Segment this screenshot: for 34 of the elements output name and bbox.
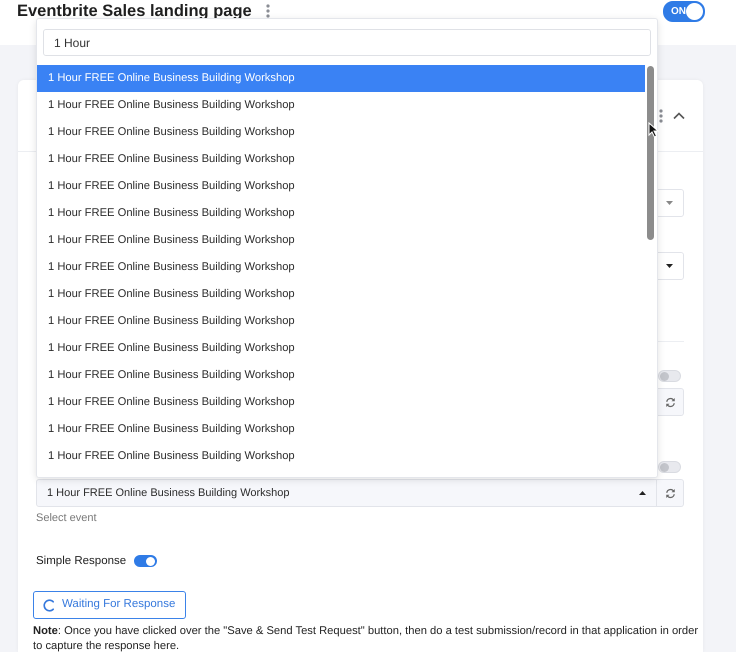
event-option[interactable]: 1 Hour FREE Online Business Building Workshop	[37, 362, 645, 389]
refresh-button[interactable]	[657, 388, 684, 416]
event-option[interactable]: 1 Hour FREE Online Business Building Workshop	[37, 389, 645, 416]
event-option[interactable]: 1 Hour FREE Online Business Building Workshop	[37, 416, 645, 443]
toggle-switch[interactable]: ON	[663, 1, 705, 22]
kebab-menu-icon[interactable]	[266, 4, 270, 18]
event-option[interactable]: 1 Hour FREE Online Business Building Workshop	[37, 443, 645, 470]
event-option[interactable]: 1 Hour FREE Online Business Building Workshop	[37, 146, 645, 173]
event-option[interactable]: 1 Hour FREE Online Business Building Workshop	[37, 335, 645, 362]
field-hint: Select event	[36, 511, 97, 525]
scrollbar-thumb[interactable]	[647, 66, 654, 240]
waiting-button[interactable]: Waiting For Response	[33, 591, 186, 619]
refresh-button[interactable]	[657, 479, 684, 507]
event-option[interactable]: 1 Hour FREE Online Business Building Workshop	[37, 200, 645, 227]
refresh-icon	[664, 488, 676, 498]
caret-down-icon	[666, 201, 673, 205]
event-option[interactable]: 1 Hour FREE Online Business Building Workshop	[37, 281, 645, 308]
kebab-menu-icon[interactable]	[659, 108, 663, 122]
event-option[interactable]: 1 Hour FREE Online Business Building Workshop	[37, 173, 645, 200]
event-select[interactable]: 1 Hour FREE Online Business Building Workshop	[36, 479, 657, 507]
toggle-label: Simple Response	[36, 554, 126, 569]
refresh-icon	[664, 396, 676, 408]
spinner-icon	[43, 598, 56, 612]
search-field[interactable]: 1 Hour	[43, 29, 651, 56]
note-text: Note: Once you have clicked over the "Save & Send Test Request" button, then do a test submission/record in that application in order to capture the response here.	[33, 624, 700, 652]
chevron-up-icon[interactable]	[673, 112, 685, 120]
event-option[interactable]: 1 Hour FREE Online Business Building Workshop	[37, 119, 645, 146]
event-option[interactable]: 1 Hour FREE Online Business Building Workshop	[37, 308, 645, 335]
event-option[interactable]: 1 Hour FREE Online Business Building Workshop	[37, 227, 645, 254]
toggle-switch[interactable]	[134, 555, 158, 567]
event-option[interactable]: 1 Hour FREE Online Business Building Workshop	[37, 254, 645, 281]
event-option[interactable]: 1 Hour FREE Online Business Building Workshop	[37, 65, 645, 92]
caret-down-icon	[666, 264, 673, 268]
event-option[interactable]: 1 Hour FREE Online Business Building Workshop	[37, 92, 645, 119]
